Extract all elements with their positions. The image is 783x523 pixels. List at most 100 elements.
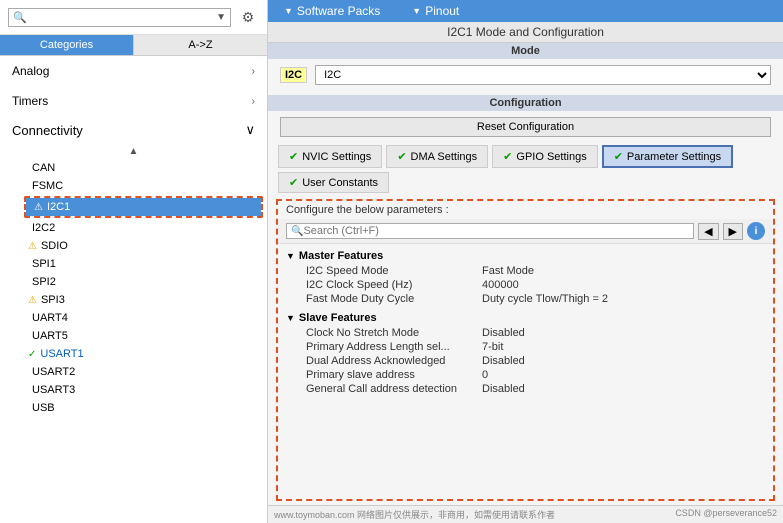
item-sdio[interactable]: ⚠ SDIO bbox=[20, 237, 267, 255]
sdio-warn-icon: ⚠ bbox=[28, 241, 37, 252]
param-prev-button[interactable]: ◀ bbox=[698, 223, 718, 240]
gen-call-value: Disabled bbox=[482, 383, 525, 395]
tab-nvic-settings[interactable]: ✔ NVIC Settings bbox=[278, 145, 382, 168]
item-i2c2[interactable]: I2C2 bbox=[20, 219, 267, 237]
dual-addr-label: Dual Address Acknowledged bbox=[282, 355, 482, 367]
sidebar-search-dropdown[interactable]: ▼ bbox=[216, 12, 226, 23]
slave-features-label: Slave Features bbox=[299, 312, 377, 324]
analog-label: Analog bbox=[12, 64, 49, 78]
param-search-input[interactable] bbox=[303, 225, 689, 237]
usart3-label: USART3 bbox=[32, 384, 75, 396]
item-can[interactable]: CAN bbox=[20, 159, 267, 177]
primary-slave-addr-value: 0 bbox=[482, 369, 488, 381]
can-label: CAN bbox=[32, 162, 55, 174]
info-icon[interactable]: i bbox=[747, 222, 765, 240]
gpio-settings-label: GPIO Settings bbox=[516, 151, 586, 163]
tab-gpio-settings[interactable]: ✔ GPIO Settings bbox=[492, 145, 598, 168]
i2c1-warn-icon: ⚠ bbox=[34, 202, 43, 213]
connectivity-items: CAN FSMC ⚠ I2C1 I2C2 ⚠ bbox=[0, 159, 267, 417]
slave-features-group: ▼ Slave Features Clock No Stretch Mode D… bbox=[278, 308, 773, 398]
tab-parameter-settings[interactable]: ✔ Parameter Settings bbox=[602, 145, 733, 168]
software-packs-label: Software Packs bbox=[297, 4, 380, 18]
master-features-group: ▼ Master Features I2C Speed Mode Fast Mo… bbox=[278, 246, 773, 308]
item-spi1[interactable]: SPI1 bbox=[20, 255, 267, 273]
param-search-box[interactable]: 🔍 bbox=[286, 223, 694, 239]
item-uart4[interactable]: UART4 bbox=[20, 309, 267, 327]
mode-header: Mode bbox=[268, 43, 783, 59]
usart1-ok-icon: ✓ bbox=[28, 349, 36, 360]
clock-stretch-label: Clock No Stretch Mode bbox=[282, 327, 482, 339]
param-next-button[interactable]: ▶ bbox=[723, 223, 743, 240]
primary-slave-addr-label: Primary slave address bbox=[282, 369, 482, 381]
timers-chevron-icon: › bbox=[252, 96, 255, 107]
watermark-left-text: www.toymoban.com 网络图片仅供展示，非商用，如需使用请联系作者 bbox=[274, 508, 555, 521]
tab-categories[interactable]: Categories bbox=[0, 35, 134, 55]
software-packs-button[interactable]: ▼ Software Packs bbox=[268, 0, 396, 22]
item-i2c1[interactable]: ⚠ I2C1 bbox=[26, 198, 261, 216]
content-topbar: ▼ Software Packs ▼ Pinout bbox=[268, 0, 783, 22]
sidebar-item-timers[interactable]: Timers › bbox=[0, 86, 267, 116]
i2c1-highlight-border: ⚠ I2C1 bbox=[24, 196, 263, 218]
gear-button[interactable]: ⚙ bbox=[237, 6, 259, 28]
sidebar-item-analog[interactable]: Analog › bbox=[0, 56, 267, 86]
tab-dma-settings[interactable]: ✔ DMA Settings bbox=[386, 145, 488, 168]
mode-select[interactable]: I2C bbox=[315, 65, 771, 85]
item-usart3[interactable]: USART3 bbox=[20, 381, 267, 399]
connectivity-label: Connectivity bbox=[12, 123, 83, 138]
sidebar-list: Analog › Timers › Connectivity ∨ ▲ CAN bbox=[0, 56, 267, 523]
param-header-text: Configure the below parameters : bbox=[278, 201, 773, 219]
slave-chevron-icon: ▼ bbox=[286, 313, 295, 323]
settings-tabs: ✔ NVIC Settings ✔ DMA Settings ✔ GPIO Se… bbox=[268, 143, 783, 195]
fast-duty-value: Duty cycle Tlow/Thigh = 2 bbox=[482, 293, 608, 305]
fast-duty-label: Fast Mode Duty Cycle bbox=[282, 293, 482, 305]
param-row-clock-stretch: Clock No Stretch Mode Disabled bbox=[282, 326, 769, 340]
nvic-settings-label: NVIC Settings bbox=[302, 151, 371, 163]
spi3-label: SPI3 bbox=[41, 294, 65, 306]
item-uart5[interactable]: UART5 bbox=[20, 327, 267, 345]
i2c-clock-speed-label: I2C Clock Speed (Hz) bbox=[282, 279, 482, 291]
item-spi3[interactable]: ⚠ SPI3 bbox=[20, 291, 267, 309]
item-usb[interactable]: USB bbox=[20, 399, 267, 417]
i2c-speed-mode-label: I2C Speed Mode bbox=[282, 265, 482, 277]
i2c-clock-speed-value: 400000 bbox=[482, 279, 519, 291]
search-icon: 🔍 bbox=[13, 11, 27, 24]
tab-user-constants[interactable]: ✔ User Constants bbox=[278, 172, 389, 193]
mode-label-badge: I2C bbox=[280, 67, 307, 83]
i2c2-label: I2C2 bbox=[32, 222, 55, 234]
sidebar-search-input[interactable] bbox=[27, 11, 216, 23]
pinout-button[interactable]: ▼ Pinout bbox=[396, 0, 475, 22]
config-header: Configuration bbox=[268, 95, 783, 111]
param-row-i2c-clock-speed: I2C Clock Speed (Hz) 400000 bbox=[282, 278, 769, 292]
reset-configuration-button[interactable]: Reset Configuration bbox=[280, 117, 771, 137]
tab-atoz[interactable]: A->Z bbox=[134, 35, 267, 55]
scroll-up-arrow[interactable]: ▲ bbox=[0, 144, 267, 159]
slave-features-header[interactable]: ▼ Slave Features bbox=[282, 310, 769, 326]
spi2-label: SPI2 bbox=[32, 276, 56, 288]
master-chevron-icon: ▼ bbox=[286, 251, 295, 261]
sdio-label: SDIO bbox=[41, 240, 68, 252]
param-row-primary-slave-addr: Primary slave address 0 bbox=[282, 368, 769, 382]
fsmc-label: FSMC bbox=[32, 180, 63, 192]
gpio-check-icon: ✔ bbox=[503, 150, 512, 163]
item-usart2[interactable]: USART2 bbox=[20, 363, 267, 381]
parameter-area: Configure the below parameters : 🔍 ◀ ▶ i… bbox=[276, 199, 775, 501]
sidebar-search-box[interactable]: 🔍 ▼ bbox=[8, 8, 231, 27]
master-features-label: Master Features bbox=[299, 250, 383, 262]
master-features-header[interactable]: ▼ Master Features bbox=[282, 248, 769, 264]
item-usart1[interactable]: ✓ USART1 bbox=[20, 345, 267, 363]
param-table: ▼ Master Features I2C Speed Mode Fast Mo… bbox=[278, 244, 773, 499]
dma-settings-label: DMA Settings bbox=[411, 151, 478, 163]
sidebar: 🔍 ▼ ⚙ Categories A->Z Analog › Timers › … bbox=[0, 0, 268, 523]
param-search-bar: 🔍 ◀ ▶ i bbox=[278, 219, 773, 244]
param-row-i2c-speed-mode: I2C Speed Mode Fast Mode bbox=[282, 264, 769, 278]
primary-addr-len-label: Primary Address Length sel... bbox=[282, 341, 482, 353]
item-spi2[interactable]: SPI2 bbox=[20, 273, 267, 291]
watermark-bar: www.toymoban.com 网络图片仅供展示，非商用，如需使用请联系作者 … bbox=[268, 505, 783, 523]
clock-stretch-value: Disabled bbox=[482, 327, 525, 339]
parameter-settings-label: Parameter Settings bbox=[627, 151, 721, 163]
sidebar-item-connectivity[interactable]: Connectivity ∨ bbox=[0, 116, 267, 144]
content-area: ▼ Software Packs ▼ Pinout I2C1 Mode and … bbox=[268, 0, 783, 523]
i2c-title: I2C1 Mode and Configuration bbox=[268, 22, 783, 43]
item-fsmc[interactable]: FSMC bbox=[20, 177, 267, 195]
software-packs-chevron-icon: ▼ bbox=[284, 6, 293, 16]
